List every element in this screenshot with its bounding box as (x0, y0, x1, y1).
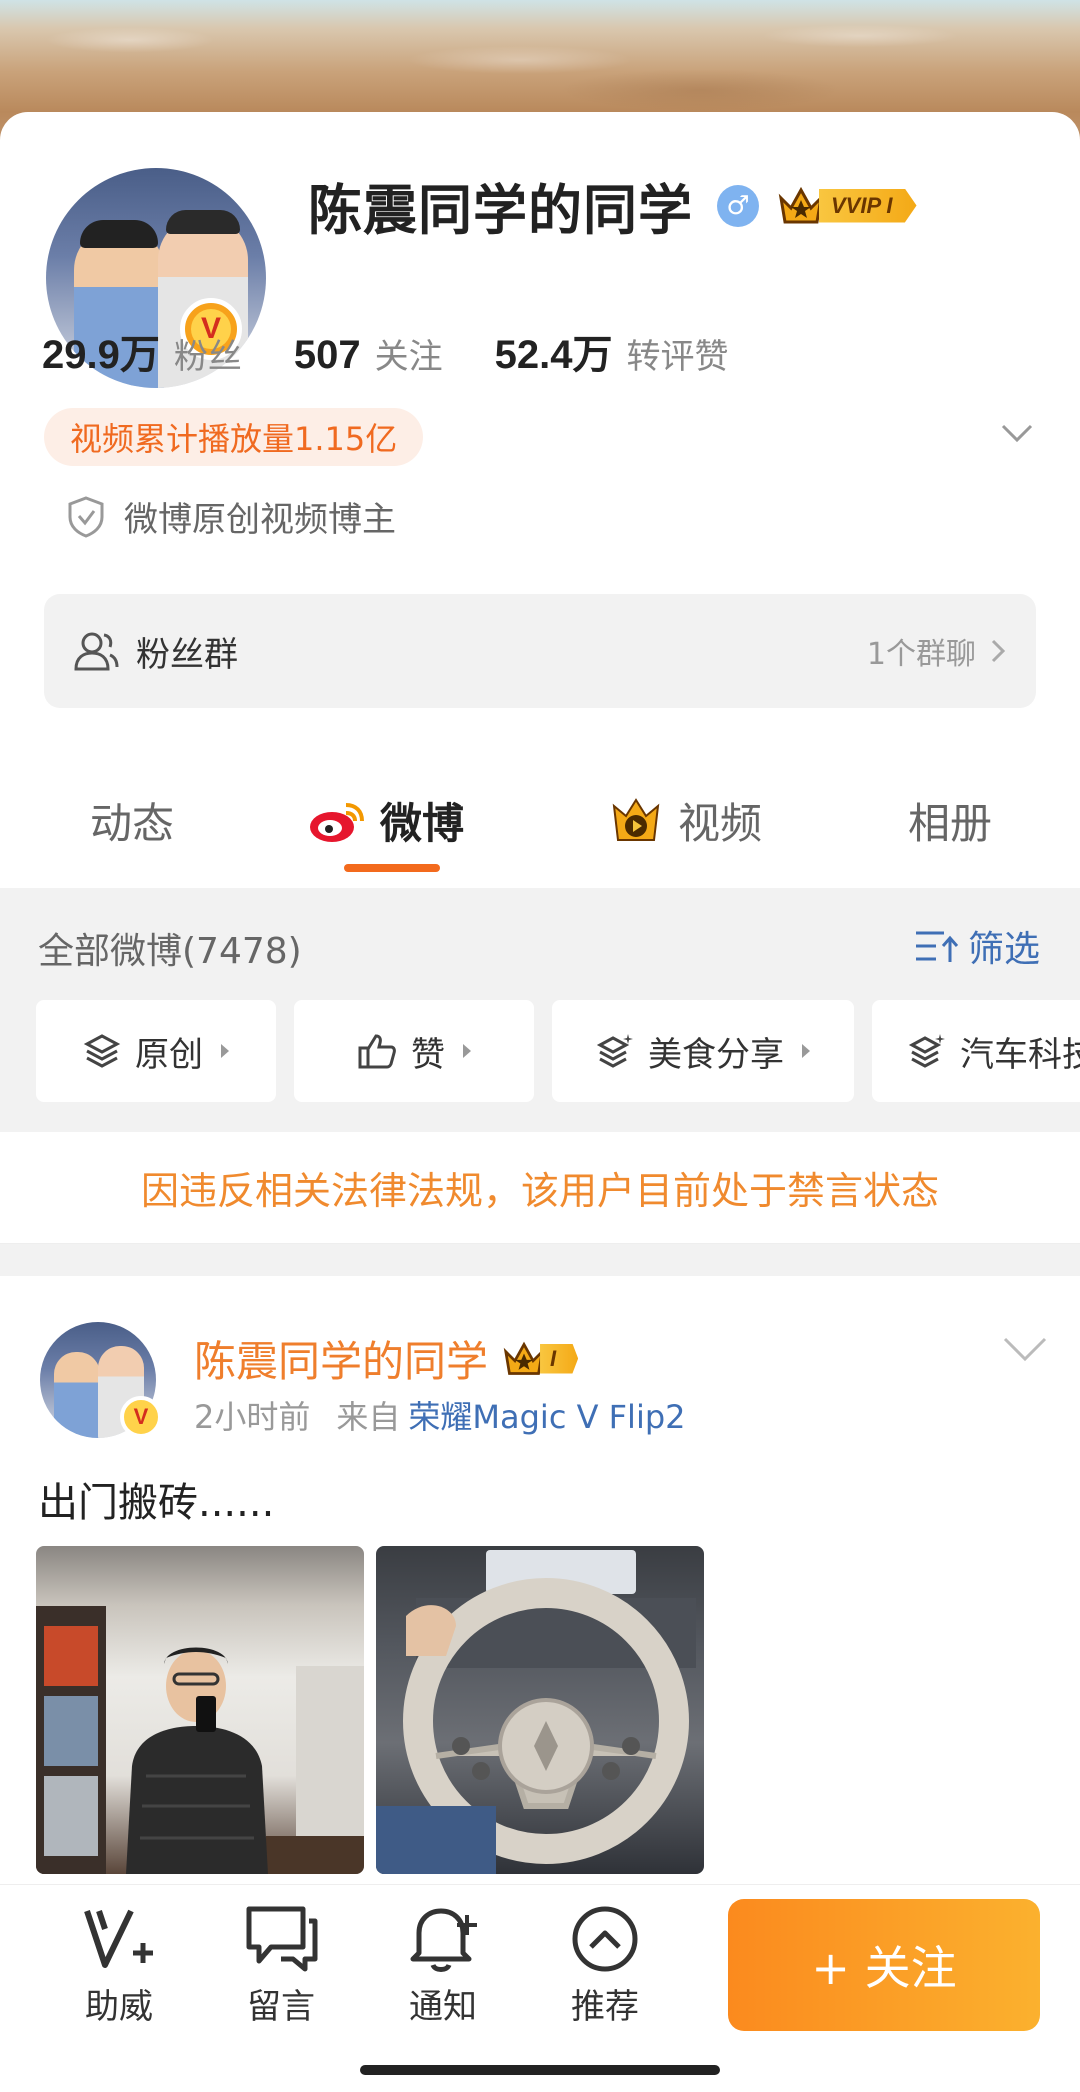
tab-album[interactable]: 相册 (908, 790, 992, 851)
filter-button[interactable]: 筛选 (914, 920, 1040, 972)
post-image-2[interactable] (376, 1546, 704, 1874)
certification-row: 微博原创视频博主 (66, 492, 396, 541)
vvip-badge[interactable]: VVIP I (777, 184, 917, 228)
home-indicator (360, 2065, 720, 2075)
male-gender-icon: ♂ (717, 184, 759, 227)
verified-v-icon: V (120, 1396, 162, 1438)
tab-dynamic[interactable]: 动态 (90, 790, 174, 851)
filter-chips: 原创 赞 美食分享 汽车科技 (36, 1000, 1080, 1102)
stat-followers[interactable]: 29.9万 粉丝 (42, 322, 242, 380)
bell-plus-icon (410, 1908, 477, 1972)
stat-following[interactable]: 507 关注 (294, 329, 443, 378)
post-image-1[interactable] (36, 1546, 364, 1874)
steering-wheel-illustration (376, 1550, 696, 1874)
bottom-action-bar: 助威 留言 通知 推荐 + 关注 (0, 1884, 1080, 2092)
section-divider (0, 1244, 1080, 1276)
notify-button[interactable]: 通知 (388, 1903, 498, 2028)
post-meta: 2小时前 来自 荣耀Magic V Flip2 (194, 1392, 686, 1438)
layers-spark-icon (908, 1034, 945, 1068)
profile-name: 陈震同学的同学 (308, 179, 693, 242)
group-icon (74, 632, 119, 671)
certification-text: 微博原创视频博主 (124, 500, 396, 540)
message-button[interactable]: 留言 (226, 1903, 336, 2028)
filter-section: 全部微博(7478) 筛选 原创 赞 美食分享 汽车科技 (0, 888, 1080, 1132)
shield-check-icon (68, 495, 104, 538)
mirror-selfie-illustration (36, 1606, 364, 1874)
thumbs-up-icon (358, 1034, 396, 1069)
post-text: 出门搬砖...... (38, 1480, 275, 1526)
cheer-v-plus-icon (84, 1909, 153, 1968)
video-plays-badge: 视频累计播放量1.15亿 (44, 408, 424, 466)
chevron-right-icon (991, 639, 1006, 663)
layers-spark-icon (596, 1034, 633, 1068)
fans-group-count: 1个群聊 (866, 637, 976, 672)
message-bubble-icon (246, 1906, 318, 1972)
vvip-label: VVIP I (819, 188, 917, 223)
crown-icon (778, 186, 824, 223)
tab-video[interactable]: 视频 (608, 790, 762, 851)
cheer-button[interactable]: 助威 (64, 1903, 174, 2028)
post-source[interactable]: 荣耀Magic V Flip2 (408, 1392, 685, 1438)
chip-original[interactable]: 原创 (36, 1000, 276, 1102)
crown-icon (503, 1341, 545, 1375)
active-tab-indicator (344, 864, 440, 872)
fans-group-row[interactable]: 粉丝群 1个群聊 (44, 594, 1036, 708)
tab-weibo[interactable]: 微博 (308, 790, 464, 851)
expand-chevron-icon[interactable] (1000, 416, 1034, 450)
chevron-up-circle-icon (572, 1906, 638, 1972)
post-author-name[interactable]: 陈震同学的同学 (194, 1328, 488, 1389)
all-weibo-count: 全部微博(7478) (38, 931, 302, 972)
post-vip-badge: I (502, 1339, 579, 1379)
chip-food-share[interactable]: 美食分享 (552, 1000, 854, 1102)
follow-button[interactable]: + 关注 (728, 1899, 1040, 2031)
fans-group-label: 粉丝群 (136, 634, 238, 675)
stat-likes[interactable]: 52.4万 转评赞 (495, 322, 729, 380)
recommend-button[interactable]: 推荐 (550, 1903, 660, 2028)
banned-notice: 因违反相关法律法规，该用户目前处于禁言状态 (0, 1132, 1080, 1244)
weibo-post: V 陈震同学的同学 I 2小时前 来自 荣耀Magic V Flip2 出门搬砖… (0, 1276, 1080, 1896)
chip-likes[interactable]: 赞 (294, 1000, 534, 1102)
post-time: 2小时前 (194, 1398, 311, 1436)
profile-stats: 29.9万 粉丝 507 关注 52.4万 转评赞 (42, 322, 780, 380)
profile-tabs: 动态 微博 视频 相册 (0, 760, 1080, 886)
filter-icon (915, 931, 959, 962)
weibo-logo-icon (310, 802, 364, 842)
video-crown-icon (612, 797, 660, 841)
layers-icon (83, 1034, 121, 1068)
post-menu-chevron-icon[interactable] (1002, 1334, 1048, 1364)
chip-auto-tech[interactable]: 汽车科技 (872, 1000, 1080, 1102)
